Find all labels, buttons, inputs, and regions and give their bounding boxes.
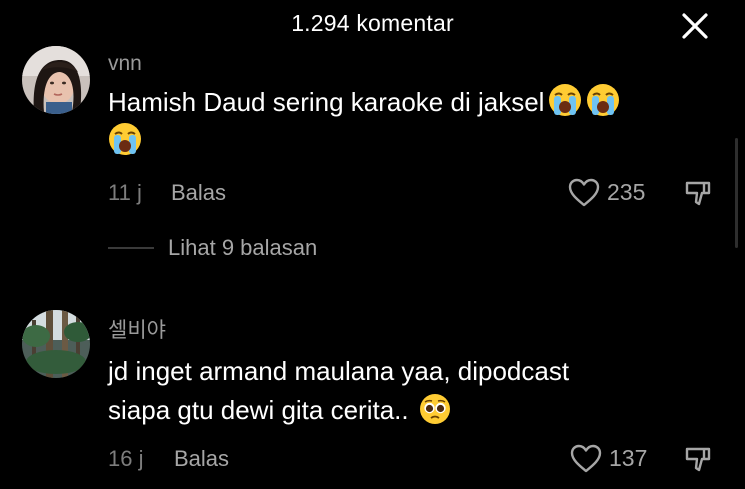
loudly-crying-face-icon xyxy=(109,123,141,155)
comment-username[interactable]: 셀비야 xyxy=(108,314,166,344)
comments-count-title: 1.294 komentar xyxy=(291,10,454,36)
reply-button[interactable]: Balas xyxy=(174,446,229,472)
comment-timestamp: 16 j xyxy=(108,446,144,471)
replies-divider xyxy=(108,247,154,249)
comment-text-line-1: jd inget armand maulana yaa, dipodcast xyxy=(108,356,570,386)
like-count: 137 xyxy=(609,444,648,471)
reply-button[interactable]: Balas xyxy=(171,180,226,206)
view-replies-button[interactable]: Lihat 9 balasan xyxy=(108,235,317,261)
comment-text-line-2: siapa gtu dewi gita cerita.. xyxy=(108,395,409,425)
avatar[interactable] xyxy=(22,310,90,378)
loudly-crying-face-icon xyxy=(587,84,620,116)
like-button[interactable]: 235 xyxy=(568,177,645,207)
close-icon xyxy=(682,13,708,39)
heart-icon xyxy=(568,178,600,206)
comment-username[interactable]: vnn xyxy=(108,51,142,71)
close-button[interactable] xyxy=(680,11,710,41)
scrollbar[interactable] xyxy=(735,138,738,248)
view-replies-label: Lihat 9 balasan xyxy=(168,235,318,260)
like-count: 235 xyxy=(607,178,646,205)
dislike-button[interactable] xyxy=(684,444,714,474)
loudly-crying-face-icon xyxy=(549,84,582,116)
comment-text: Hamish Daud sering karaoke di jaksel xyxy=(108,83,688,161)
comment-timestamp: 11 j xyxy=(108,180,142,205)
comment-text: jd inget armand maulana yaa, dipodcast si… xyxy=(108,352,688,430)
comment-text-content: Hamish Daud sering karaoke di jaksel xyxy=(108,87,545,117)
pleading-face-icon xyxy=(419,394,450,424)
dislike-button[interactable] xyxy=(684,178,714,208)
like-button[interactable]: 137 xyxy=(570,443,647,473)
thumbs-down-icon xyxy=(685,447,711,472)
heart-icon xyxy=(570,444,602,472)
thumbs-down-icon xyxy=(685,181,711,206)
avatar[interactable] xyxy=(22,46,90,114)
